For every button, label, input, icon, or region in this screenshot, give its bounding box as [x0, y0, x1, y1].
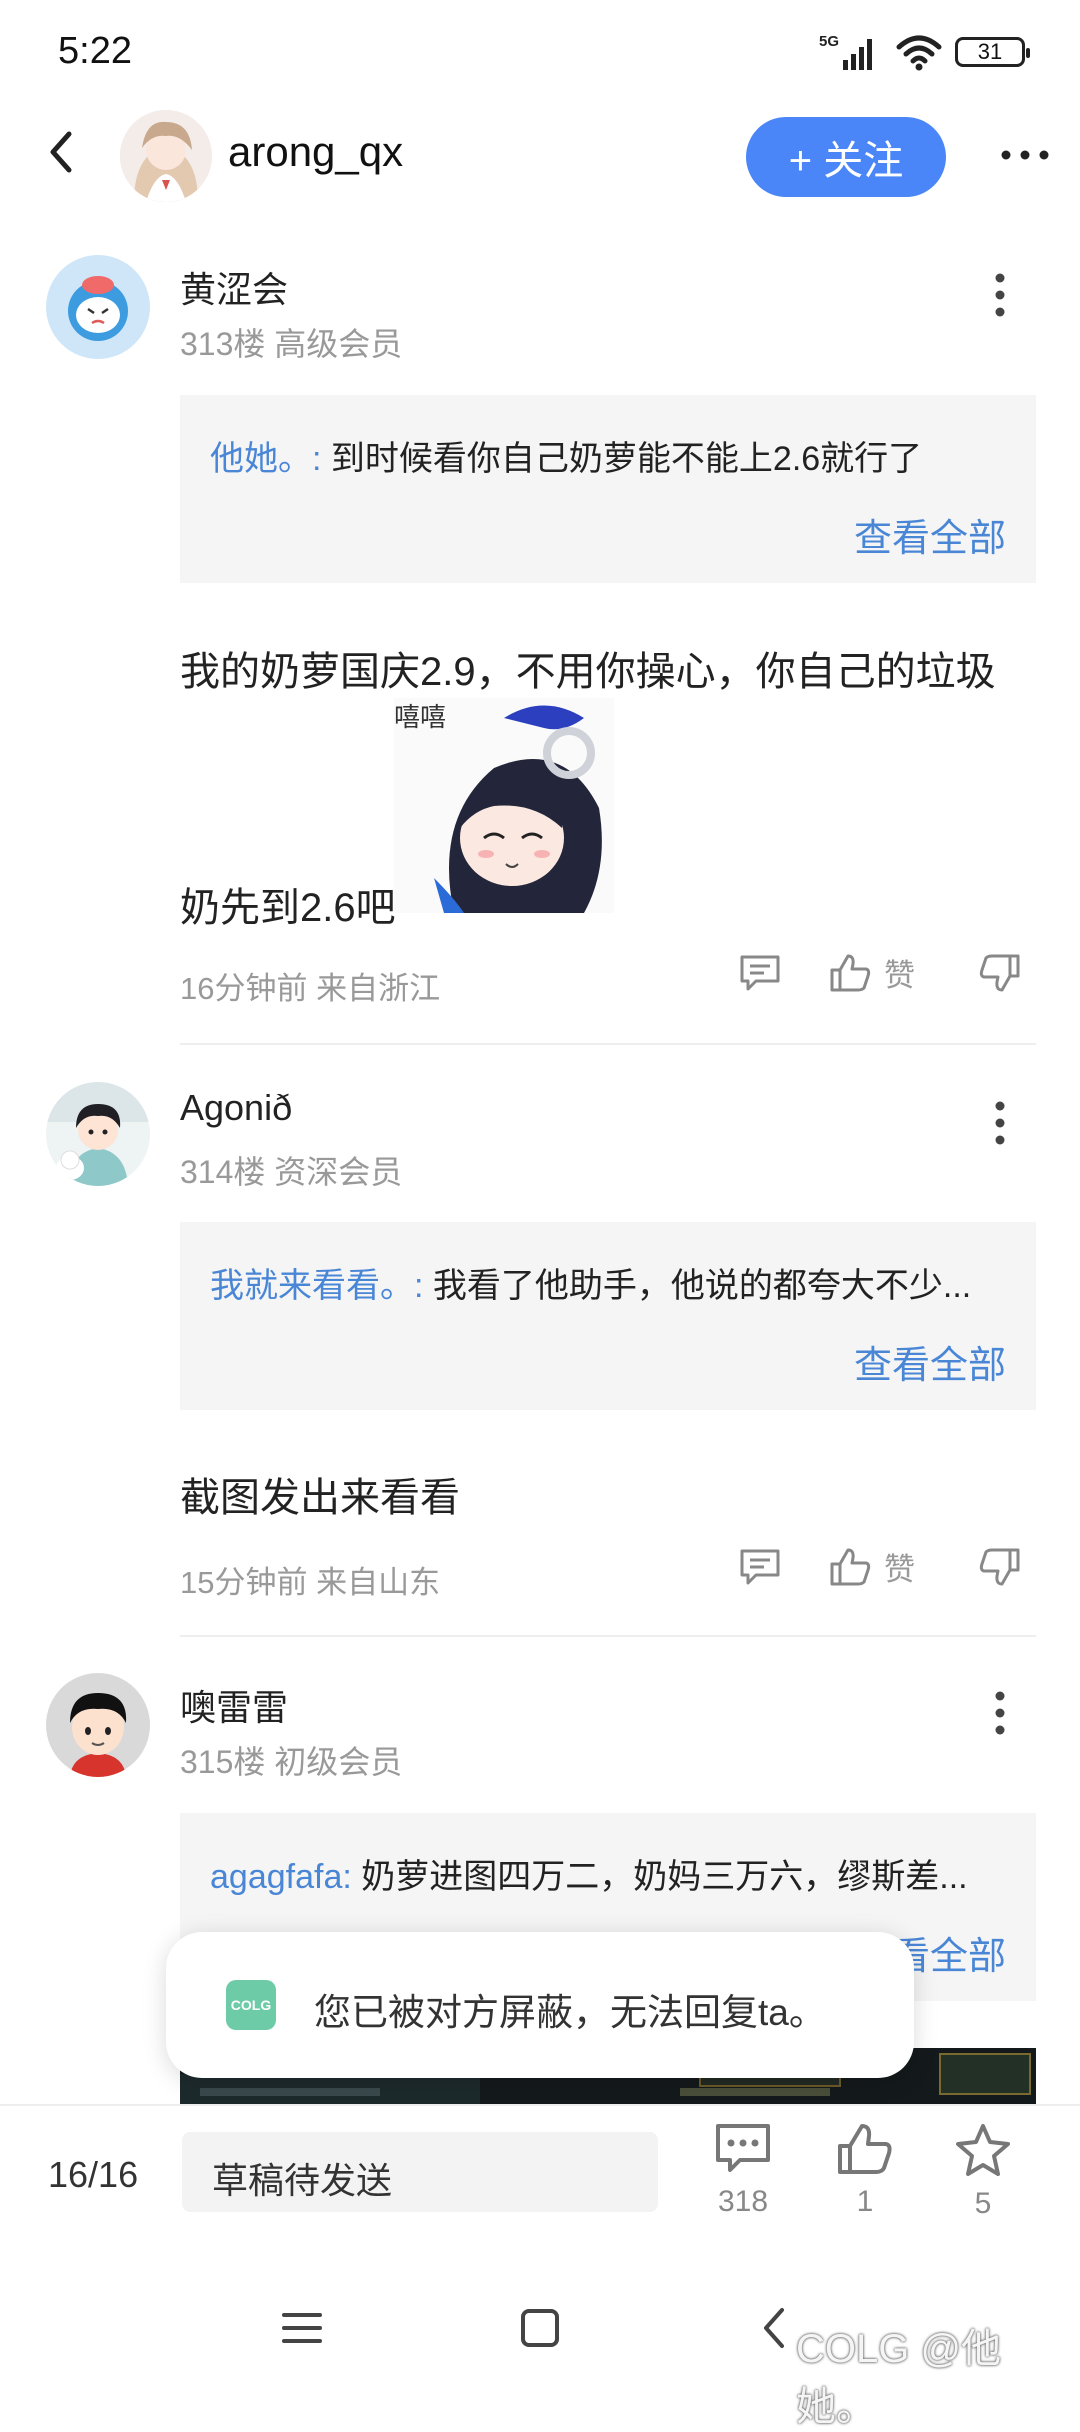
watermark: COLG @他她。 — [796, 2327, 1002, 2429]
top-bar: arong_qx + 关注 — [0, 100, 1080, 215]
battery-level: 31 — [977, 39, 1003, 64]
floor-level: 313楼 高级会员 — [180, 326, 403, 362]
username[interactable]: 黄涩会 — [180, 261, 288, 313]
comments-button[interactable]: 318 — [698, 2122, 788, 2219]
blocked-toast: COLG 您已被对方屏蔽，无法回复ta。 — [166, 1932, 914, 2078]
reply-input[interactable]: 草稿待发送 — [182, 2132, 658, 2212]
comment-item: Agonið 314楼 资深会员 我就来看看。: 我看了他助手，他说的都夸大不少… — [0, 1045, 1080, 1637]
view-all-link[interactable]: 查看全部 — [854, 507, 1006, 562]
quoted-user[interactable]: 我就来看看。: — [210, 1267, 423, 1305]
thumbs-up-icon — [830, 954, 871, 991]
post-time-location: 16分钟前 来自浙江 — [180, 971, 441, 1006]
more-vertical-icon — [995, 1691, 1005, 1735]
sticker-image: 嘻嘻 — [394, 698, 614, 913]
home-square-icon — [521, 2309, 559, 2347]
user-avatar[interactable] — [46, 1082, 150, 1186]
chevron-left-icon — [50, 131, 72, 173]
comment-icon — [740, 955, 780, 990]
author-name[interactable]: arong_qx — [228, 128, 403, 176]
toast-message: 您已被对方屏蔽，无法回复ta。 — [314, 1992, 826, 2033]
quoted-reply[interactable]: 我就来看看。: 我看了他助手，他说的都夸大不少... 查看全部 — [180, 1222, 1036, 1410]
quoted-text: 我看了他助手，他说的都夸大不少... — [432, 1267, 972, 1305]
like-post-button[interactable]: 1 — [820, 2122, 910, 2219]
home-nav-button[interactable] — [510, 2298, 570, 2358]
quoted-user[interactable]: agagfafa: — [210, 1858, 352, 1896]
like-label: 赞 — [884, 958, 915, 993]
menu-nav-button[interactable] — [272, 2298, 332, 2358]
back-button[interactable] — [30, 122, 90, 182]
post-actions: 赞 — [738, 1544, 1038, 1589]
signal-icon: 5G — [819, 33, 872, 70]
like-count: 1 — [856, 2185, 874, 2218]
comment-bubble-icon — [716, 2124, 770, 2172]
more-horizontal-icon — [1001, 150, 1049, 160]
more-vertical-icon — [995, 273, 1005, 317]
status-time: 5:22 — [58, 30, 132, 72]
star-icon — [956, 2124, 1010, 2176]
post-actions: 赞 — [738, 950, 1038, 995]
comment-text-line: 奶先到2.6吧 — [180, 886, 396, 930]
app-logo-icon: COLG — [226, 1980, 276, 2030]
favorite-button[interactable]: 5 — [938, 2122, 1028, 2221]
quoted-text: 奶萝进图四万二，奶妈三万六，缪斯差... — [361, 1858, 968, 1896]
post-menu-button[interactable] — [980, 1683, 1020, 1743]
comment-icon — [740, 1549, 780, 1584]
battery-icon: 31 — [955, 37, 1030, 67]
bottom-action-bar: 16/16 草稿待发送 318 1 5 — [0, 2104, 1080, 2256]
chevron-left-icon — [764, 2308, 784, 2348]
dislike-button[interactable] — [978, 1546, 1038, 1588]
user-avatar[interactable] — [46, 1673, 150, 1777]
reply-button[interactable] — [738, 1547, 828, 1587]
dislike-button[interactable] — [978, 952, 1038, 994]
reply-button[interactable] — [738, 953, 828, 993]
sticker-caption: 嘻嘻 — [394, 703, 446, 733]
like-button[interactable]: 赞 — [828, 950, 978, 995]
comment-text-line: 截图发出来看看 — [180, 1476, 460, 1520]
quoted-text: 到时候看你自己奶萝能不能上2.6就行了 — [330, 440, 923, 478]
wifi-icon — [896, 35, 942, 71]
username[interactable]: Agonið — [180, 1087, 292, 1129]
menu-icon — [282, 2313, 322, 2343]
thumbs-down-icon — [979, 954, 1020, 991]
comment-text-line: 我的奶萝国庆2.9，不用你操心，你自己的垃圾 — [180, 650, 996, 694]
svg-text:5G: 5G — [819, 33, 839, 50]
like-label: 赞 — [884, 1552, 915, 1587]
comment-item: 黄涩会 313楼 高级会员 他她。: 到时候看你自己奶萝能不能上2.6就行了 查… — [0, 215, 1080, 1045]
status-icons: 5G 31 — [817, 30, 1030, 74]
follow-button[interactable]: + 关注 — [746, 117, 946, 197]
floor-level: 314楼 资深会员 — [180, 1154, 403, 1190]
reply-input-placeholder: 草稿待发送 — [212, 2160, 393, 2201]
thumbs-up-icon — [838, 2124, 892, 2174]
post-menu-button[interactable] — [980, 1093, 1020, 1153]
back-nav-button[interactable] — [744, 2298, 804, 2358]
post-time-location: 15分钟前 来自山东 — [180, 1565, 441, 1600]
quoted-user[interactable]: 他她。: — [210, 440, 321, 478]
more-vertical-icon — [995, 1101, 1005, 1145]
more-button[interactable] — [995, 130, 1055, 180]
thumbs-down-icon — [979, 1548, 1020, 1585]
author-avatar[interactable] — [120, 110, 212, 202]
view-all-link[interactable]: 查看全部 — [854, 1334, 1006, 1389]
quoted-reply[interactable]: 他她。: 到时候看你自己奶萝能不能上2.6就行了 查看全部 — [180, 395, 1036, 583]
thumbs-up-icon — [830, 1548, 871, 1585]
like-button[interactable]: 赞 — [828, 1544, 978, 1589]
post-menu-button[interactable] — [980, 265, 1020, 325]
comment-count: 318 — [717, 2185, 769, 2218]
floor-level: 315楼 初级会员 — [180, 1744, 403, 1780]
status-bar: 5:22 5G 31 — [0, 0, 1080, 100]
favorite-count: 5 — [974, 2187, 992, 2220]
page-indicator[interactable]: 16/16 — [48, 2154, 138, 2196]
user-avatar[interactable] — [46, 255, 150, 359]
username[interactable]: 噢雷雷 — [180, 1679, 288, 1731]
